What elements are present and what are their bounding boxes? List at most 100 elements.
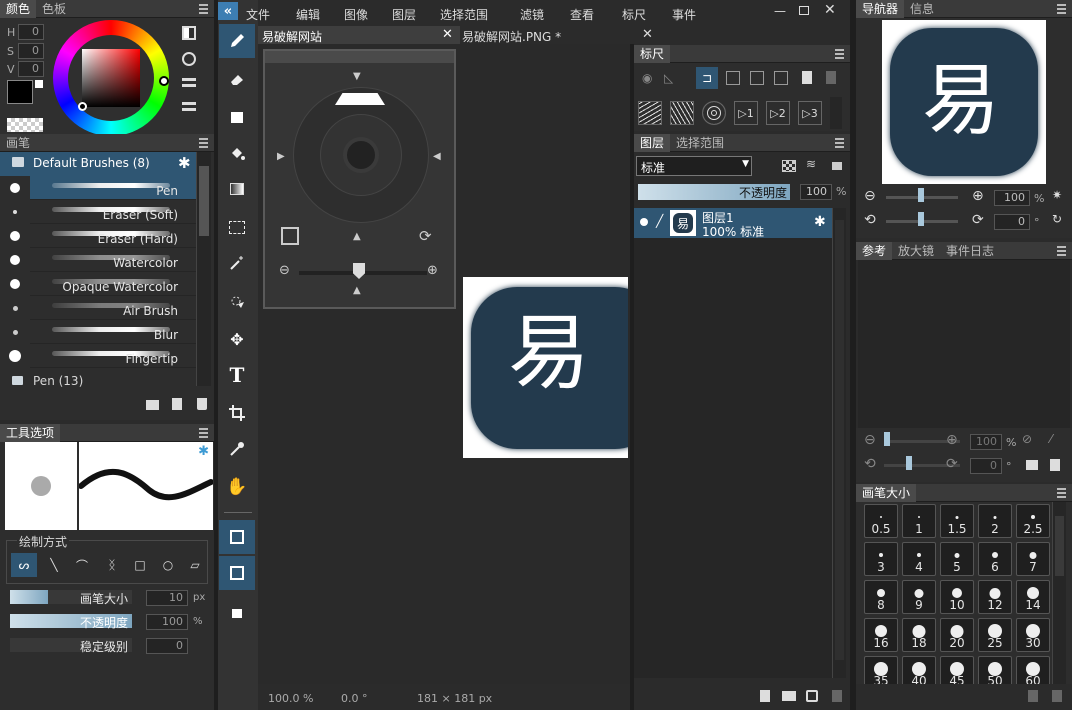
pen-icon[interactable]: ╱ [656,214,663,228]
arrow-up-icon[interactable]: ▲ [353,285,361,296]
tab-selection[interactable]: 选择范围 [670,134,730,152]
freehand-mode-icon[interactable]: ᔕ [11,553,37,577]
menu-layer[interactable]: 图层 [392,6,416,23]
brush-group-default[interactable]: Default Brushes (8) ✱ [0,152,196,176]
doc-tab-2[interactable]: 易破解网站.PNG * ✕ [460,26,656,44]
panel-menu-icon[interactable] [199,2,208,15]
rotate-left-icon[interactable]: ⟲ [864,212,876,228]
layers-scrollbar[interactable] [832,208,846,678]
rect-mode-icon[interactable]: □ [127,553,153,577]
ref-zoom-handle[interactable] [884,432,890,446]
parallel-lines-icon[interactable] [638,101,662,125]
eye-icon[interactable]: ◉ [642,71,652,85]
brush-item-pen[interactable]: Pen [156,184,178,198]
gear-icon[interactable]: ✱ [814,214,826,230]
lock-icon[interactable] [219,594,255,628]
brush-size-cell[interactable]: 5 [940,542,974,576]
snap-icon[interactable]: ⊐ [696,67,718,89]
h-field[interactable]: 0 [18,24,44,40]
rotation-handle[interactable] [335,93,385,105]
eyedropper-tool-icon[interactable] [219,432,255,466]
brush-size-cell[interactable]: 2.5 [1016,504,1050,538]
doc-tab-1[interactable]: 易破解网站 ✕ [258,26,460,44]
color-play-icon[interactable] [182,52,196,66]
radial-lines-icon[interactable] [670,101,694,125]
new-folder-icon[interactable] [782,691,796,701]
panel-menu-icon[interactable] [1057,2,1066,15]
blend-mode-select[interactable]: 标准 ▼ [636,156,752,176]
new-layer-icon[interactable] [760,690,770,702]
tab-reference[interactable]: 参考 [856,241,893,260]
ruler-scrollbar[interactable] [830,97,842,129]
fit-icon[interactable]: ✷ [1052,188,1062,202]
perspective-1-icon[interactable] [726,71,740,85]
arrow-right-icon[interactable]: ▶ [277,151,285,162]
rotate-right-icon[interactable]: ⟳ [946,456,958,472]
gear-icon[interactable]: ✱ [198,444,209,459]
canvas-image[interactable]: 易 [463,277,628,458]
trash-icon[interactable] [197,398,207,410]
curve-mode-icon[interactable]: ⌒ [69,553,95,577]
panel-menu-icon[interactable] [1057,486,1066,499]
layer-opacity-field[interactable]: 100 [800,184,832,200]
menu-event[interactable]: 事件 [672,6,696,23]
zoom-out-icon[interactable]: ⊖ [864,188,876,204]
new-ruler-icon[interactable] [802,71,812,84]
s-field[interactable]: 0 [18,43,44,59]
v-field[interactable]: 0 [18,61,44,77]
brush-size-cell[interactable]: 1.5 [940,504,974,538]
brush-size-cell[interactable]: 2 [978,504,1012,538]
reference-view[interactable] [858,260,1070,428]
brush-scrollbar[interactable] [196,152,211,386]
line-mode-icon[interactable]: ╲ [41,553,67,577]
tab-layers[interactable]: 图层 [634,133,671,152]
panel-menu-icon[interactable] [835,47,844,60]
close-icon[interactable]: ✕ [824,2,836,18]
ellipse-mode-icon[interactable]: ○ [155,553,181,577]
zoom-in-icon[interactable]: ⊕ [946,432,958,448]
lock-icon[interactable] [832,162,842,170]
layer-opacity-slider[interactable]: 不透明度 [638,184,790,200]
trash-icon[interactable] [832,690,842,702]
brush-size-cell[interactable]: 25 [978,618,1012,652]
rotate-right-icon[interactable]: ⟳ [972,212,984,228]
brush-size-cell[interactable]: 60 [1016,656,1050,684]
vanishing-1-icon[interactable]: ▷1 [734,101,758,125]
ref-rotate-handle[interactable] [906,456,912,470]
nav-zoom-handle[interactable] [918,188,924,202]
brush-size-cell[interactable]: 40 [902,656,936,684]
tab-color[interactable]: 颜色 [0,0,37,18]
brush-size-cell[interactable]: 20 [940,618,974,652]
close-tab-icon[interactable]: ✕ [642,27,653,42]
lock-transparency-icon[interactable] [782,160,796,172]
zoom-in-icon[interactable]: ⊕ [427,263,438,278]
hand-pressure-icon[interactable] [219,556,255,590]
crop-tool-icon[interactable] [219,396,255,430]
brush-item-eraser-soft[interactable]: Eraser (Soft) [103,208,178,222]
zoom-handle[interactable] [353,263,365,279]
brush-size-cell[interactable]: 3 [864,542,898,576]
brush-size-cell[interactable]: 50 [978,656,1012,684]
trash-icon[interactable] [1052,690,1062,702]
background-color[interactable] [35,80,43,88]
maximize-icon[interactable] [799,6,809,15]
rotate-reset-icon[interactable]: ⟳ [419,227,432,245]
brush-item-eraser-hard[interactable]: Eraser (Hard) [98,232,178,246]
panel-menu-icon[interactable] [835,136,844,149]
brush-size-cell[interactable]: 30 [1016,618,1050,652]
fill-tool-icon[interactable] [219,136,255,170]
brush-group-pen[interactable]: Pen (13) [0,370,196,392]
app-logo-icon[interactable]: « [218,2,238,20]
nav-rotate-handle[interactable] [918,212,924,226]
text-tool-icon[interactable]: T [219,358,255,392]
trash-icon[interactable] [826,71,836,84]
tab-event-log[interactable]: 事件日志 [940,242,1000,260]
brush-size-cell[interactable]: 12 [978,580,1012,614]
arrow-up-icon[interactable]: ▲ [353,231,361,242]
nav-angle-field[interactable]: 0 [994,214,1030,230]
menu-view[interactable]: 查看 [570,6,594,23]
size-field[interactable]: 10 [146,590,188,606]
brush-size-cell[interactable]: 45 [940,656,974,684]
brush-size-cell[interactable]: 6 [978,542,1012,576]
brush-size-cell[interactable]: 14 [1016,580,1050,614]
